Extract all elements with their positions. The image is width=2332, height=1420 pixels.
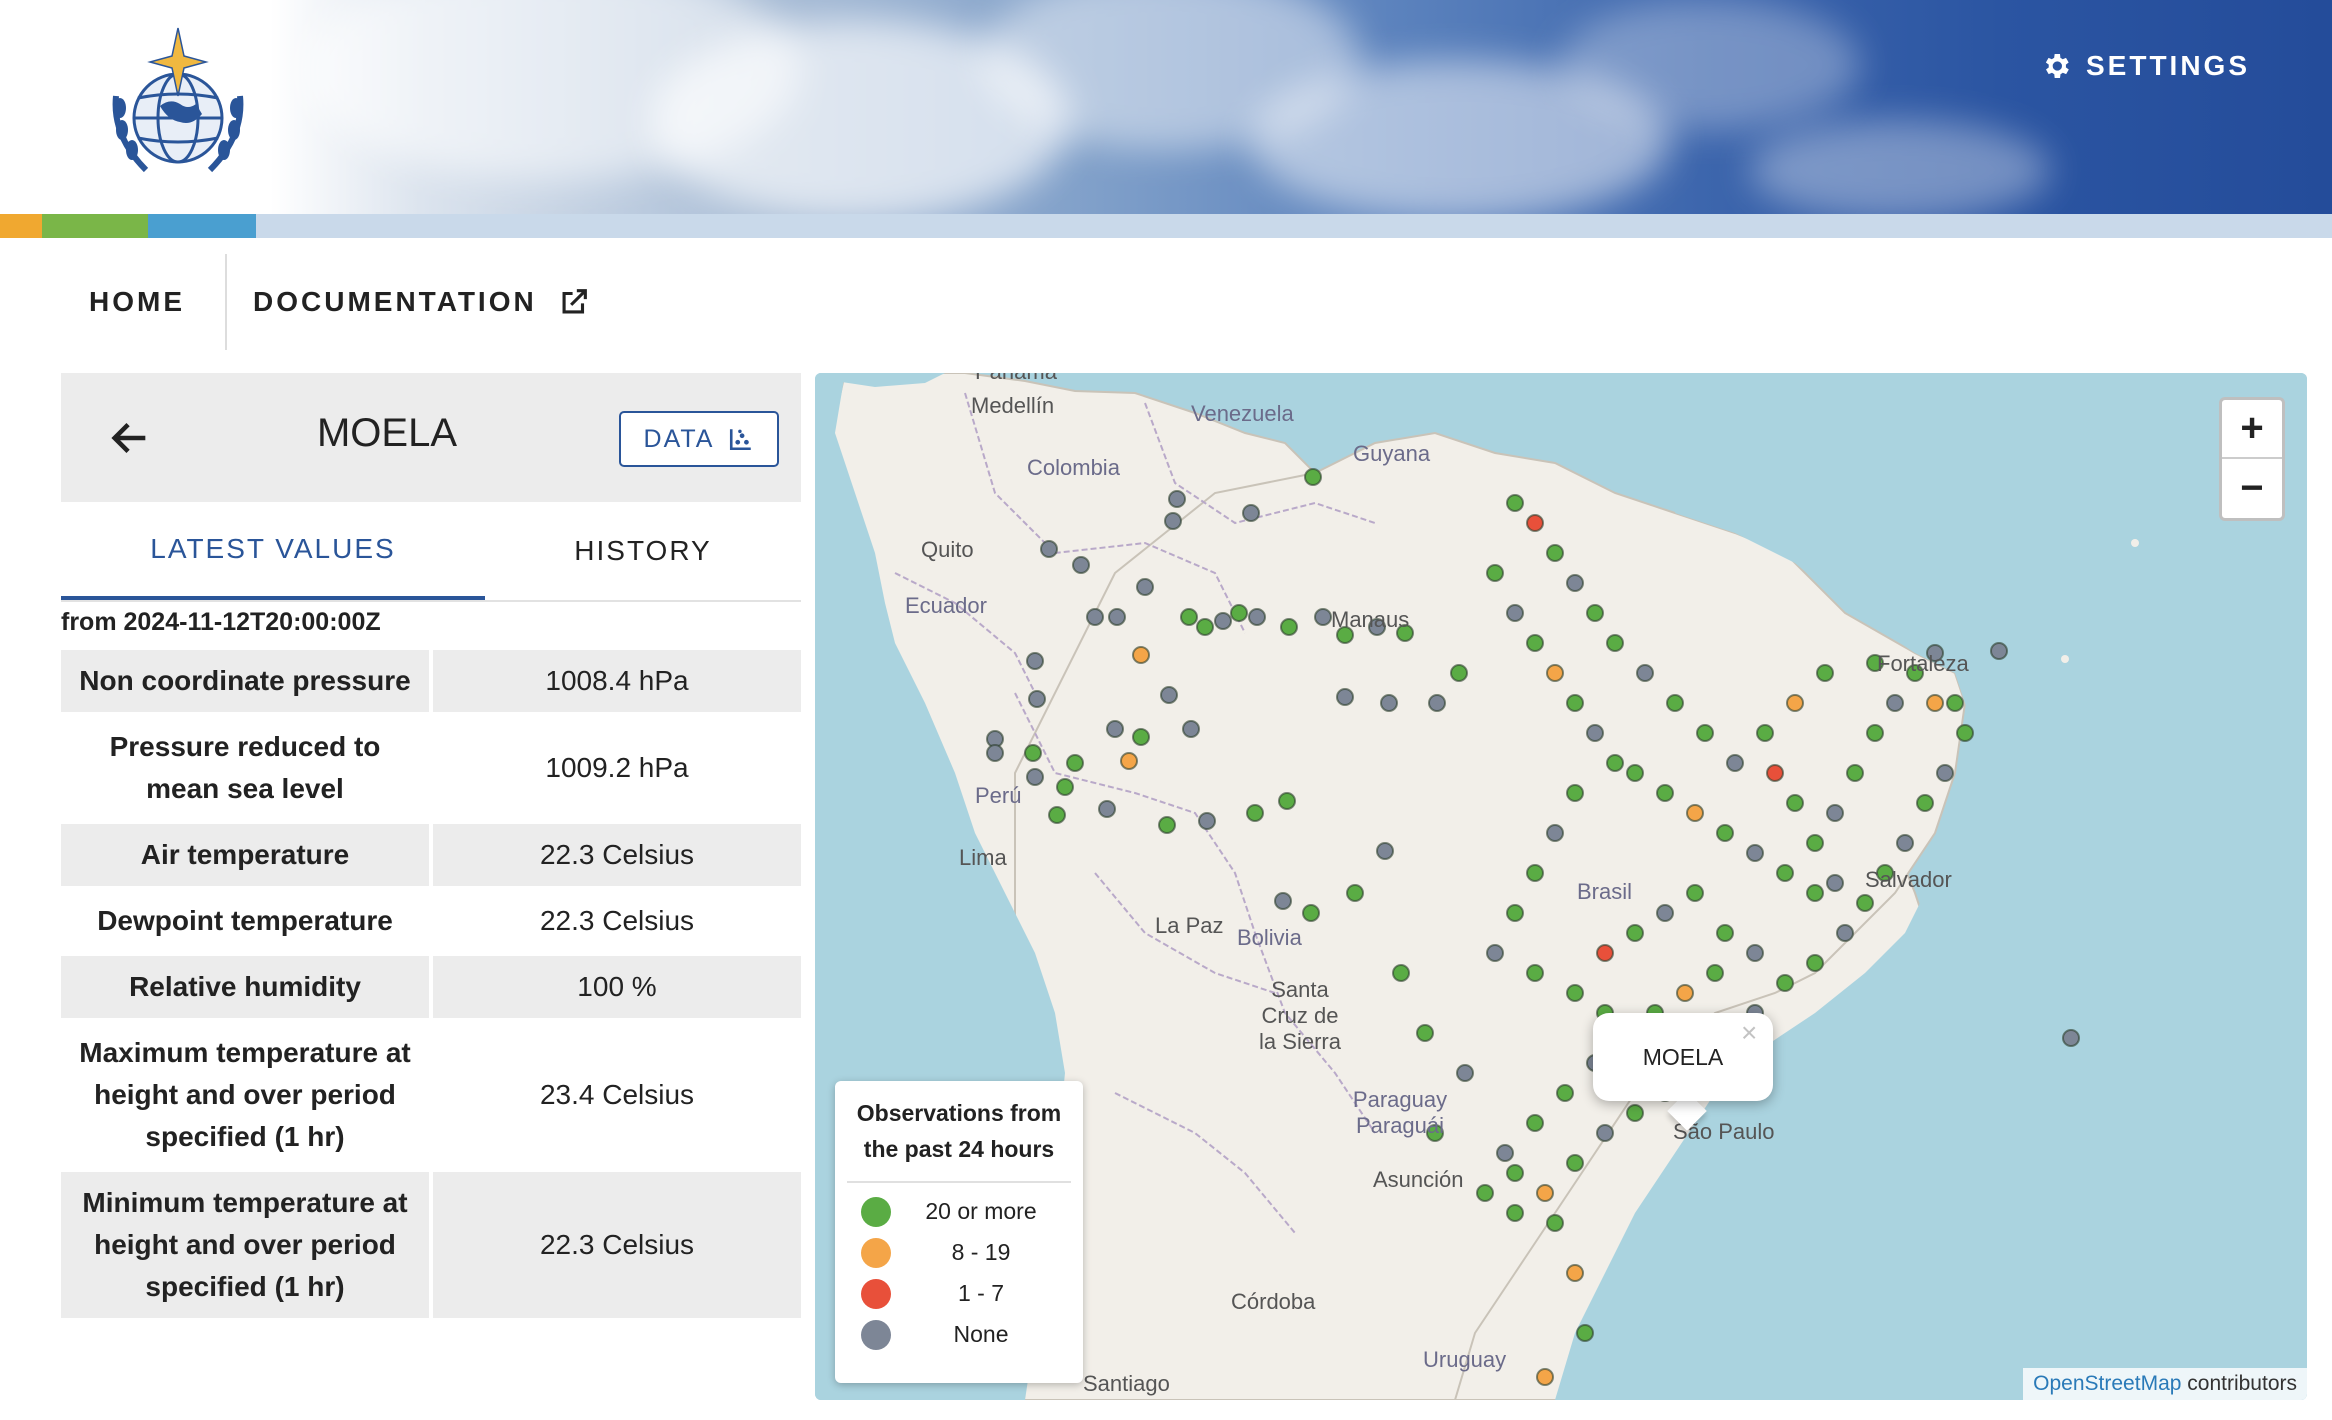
- map-label-lima: Lima: [959, 845, 1007, 870]
- map-label-la-paz: La Paz: [1155, 913, 1224, 938]
- external-link-icon: [562, 289, 587, 314]
- legend-item: 20 or more: [847, 1191, 1071, 1232]
- nav-documentation[interactable]: DOCUMENTATION: [227, 254, 617, 350]
- openstreetmap-link[interactable]: OpenStreetMap: [2033, 1372, 2181, 1395]
- zoom-control: + −: [2219, 397, 2285, 521]
- row-label: Minimum temperature at height and over p…: [61, 1172, 429, 1318]
- nav-home[interactable]: HOME: [62, 254, 227, 350]
- latest-values-table: Non coordinate pressure 1008.4 hPa Press…: [61, 646, 801, 1322]
- map-label-guyana: Guyana: [1353, 441, 1431, 466]
- legend-label: 1 - 7: [957, 1280, 1005, 1306]
- map-label-manaus: Manaus: [1331, 607, 1410, 632]
- row-label: Pressure reduced to mean sea level: [109, 731, 381, 804]
- table-row: Minimum temperature at height and over p…: [61, 1172, 801, 1318]
- site-header: SETTINGS: [0, 0, 2332, 238]
- row-label: Air temperature: [61, 824, 429, 886]
- tab-history[interactable]: HISTORY: [485, 502, 801, 600]
- attribution-text: contributors: [2181, 1372, 2297, 1395]
- row-value: 22.3 Celsius: [433, 1172, 801, 1318]
- row-label: Maximum temperature at height and over p…: [79, 1037, 411, 1152]
- map-label-panama: Panamá: [975, 373, 1057, 385]
- row-label: Dewpoint temperature: [97, 905, 393, 936]
- map-label-fortaleza: Fortaleza: [1877, 651, 1969, 676]
- table-row: Air temperature 22.3 Celsius: [61, 824, 801, 886]
- station-header: MOELA DATA: [61, 373, 801, 502]
- table-row: Pressure reduced to mean sea level 1009.…: [61, 716, 801, 820]
- table-row: Maximum temperature at height and over p…: [61, 1022, 801, 1168]
- settings-label: SETTINGS: [2085, 50, 2250, 81]
- header-color-stripe: [0, 214, 2332, 238]
- station-tabs: LATEST VALUES HISTORY: [61, 502, 801, 602]
- legend-item: 8 - 19: [847, 1232, 1071, 1273]
- legend-item: None: [847, 1314, 1071, 1355]
- station-panel: MOELA DATA LATEST VALUES HISTORY from 20…: [61, 373, 801, 1400]
- map-label-brasil: Brasil: [1577, 879, 1633, 904]
- data-button[interactable]: DATA: [619, 411, 779, 467]
- settings-button[interactable]: SETTINGS: [2040, 46, 2250, 86]
- popup-close-button[interactable]: ×: [1741, 1017, 1757, 1049]
- map-label-asuncion: Asunción: [1373, 1167, 1464, 1192]
- map-label-venezuela: Venezuela: [1191, 401, 1294, 426]
- popup-station-name: MOELA: [1642, 1043, 1724, 1070]
- map-label-santa-cruz: Santa Cruz de la Sierra: [1259, 977, 1341, 1054]
- station-map[interactable]: Panamá Medellín Venezuela Guyana Colombi…: [815, 373, 2307, 1400]
- row-label: Relative humidity: [61, 956, 429, 1018]
- legend-label: 20 or more: [925, 1198, 1037, 1224]
- map-label-uruguay: Uruguay: [1423, 1347, 1507, 1372]
- legend-red-dot: [861, 1278, 891, 1309]
- header-sky-banner: [0, 0, 2332, 220]
- zoom-in-button[interactable]: +: [2222, 400, 2282, 459]
- map-label-salvador: Salvador: [1865, 867, 1952, 892]
- legend-title: Observations from the past 24 hours: [847, 1095, 1071, 1183]
- table-row: Relative humidity 100 %: [61, 956, 801, 1018]
- legend-green-dot: [861, 1196, 891, 1227]
- main-nav: HOME DOCUMENTATION: [62, 254, 617, 350]
- tab-latest-values[interactable]: LATEST VALUES: [61, 502, 485, 600]
- map-attribution: OpenStreetMap contributors: [2023, 1368, 2307, 1400]
- scatter-chart-icon: [730, 429, 752, 451]
- legend-label: None: [953, 1321, 1009, 1347]
- gear-icon: [2045, 54, 2069, 78]
- legend-label: 8 - 19: [951, 1239, 1011, 1265]
- map-label-peru: Perú: [975, 783, 1022, 808]
- table-row: Non coordinate pressure 1008.4 hPa: [61, 650, 801, 712]
- legend-orange-dot: [861, 1237, 891, 1268]
- row-value: 22.3 Celsius: [539, 905, 695, 936]
- map-label-quito: Quito: [921, 537, 974, 562]
- wmo-logo[interactable]: [106, 26, 250, 184]
- map-label-medellin: Medellín: [971, 393, 1055, 418]
- nav-documentation-label: DOCUMENTATION: [253, 286, 537, 317]
- map-label-ecuador: Ecuador: [905, 593, 987, 618]
- legend-gray-dot: [861, 1319, 891, 1350]
- row-label: Non coordinate pressure: [61, 650, 429, 712]
- map-label-cordoba: Córdoba: [1231, 1289, 1316, 1314]
- row-value: 100 %: [433, 956, 801, 1018]
- legend-item: 1 - 7: [847, 1273, 1071, 1314]
- table-row: Dewpoint temperature 22.3 Celsius: [61, 890, 801, 952]
- map-label-santiago: Santiago: [1083, 1371, 1170, 1396]
- row-value: 22.3 Celsius: [433, 824, 801, 886]
- map-label-colombia: Colombia: [1027, 455, 1120, 480]
- map-legend: Observations from the past 24 hours 20 o…: [835, 1081, 1083, 1383]
- nav-home-label: HOME: [89, 286, 185, 317]
- data-button-label: DATA: [643, 424, 715, 453]
- observation-time: from 2024-11-12T20:00:00Z: [61, 608, 381, 636]
- row-value: 1009.2 hPa: [545, 752, 689, 783]
- row-value: 1008.4 hPa: [433, 650, 801, 712]
- zoom-out-button[interactable]: −: [2222, 459, 2282, 518]
- row-value: 23.4 Celsius: [539, 1079, 695, 1110]
- map-label-bolivia: Bolivia: [1237, 925, 1302, 950]
- map-label-paraguay: Paraguay Paraguái: [1352, 1087, 1448, 1138]
